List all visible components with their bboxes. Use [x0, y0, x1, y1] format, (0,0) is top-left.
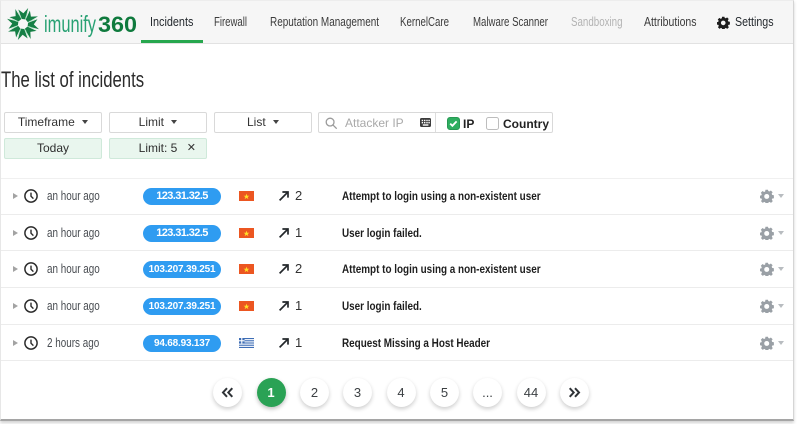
svg-text:360: 360 [98, 12, 137, 37]
svg-text:imunify: imunify [44, 11, 96, 37]
